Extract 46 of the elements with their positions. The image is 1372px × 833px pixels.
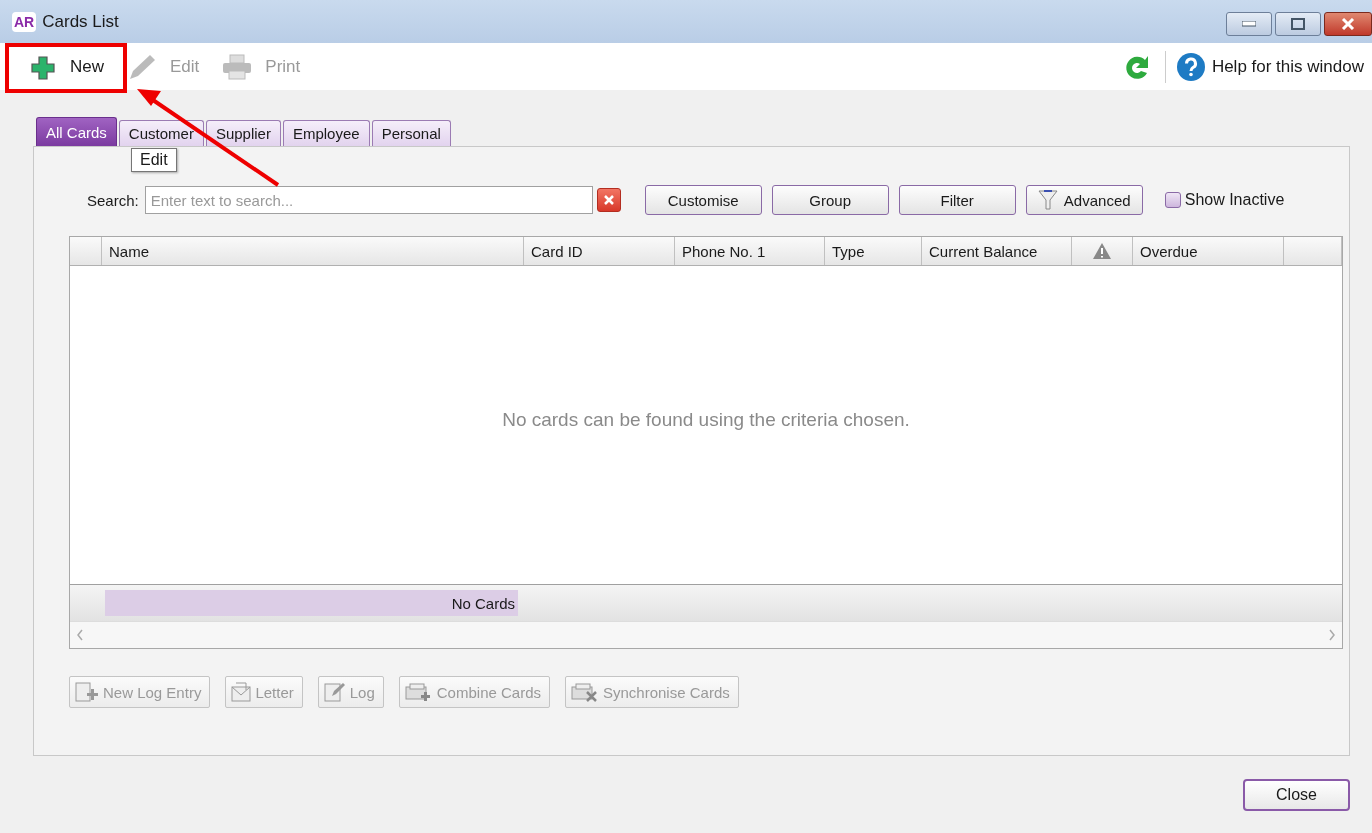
document-plus-icon — [74, 681, 100, 703]
filter-button[interactable]: Advanced — [1025, 185, 1143, 215]
printer-icon — [221, 52, 254, 81]
tab[interactable]: Supplier — [205, 120, 281, 146]
tab[interactable]: Personal — [371, 120, 451, 146]
tab[interactable]: Employee — [282, 120, 370, 146]
note-pencil-icon — [322, 681, 347, 703]
search-field[interactable]: Enter text to search... — [144, 186, 593, 214]
filter-button[interactable]: Group — [771, 185, 889, 215]
search-label: Search: — [87, 191, 139, 209]
minimize-icon — [1242, 21, 1256, 27]
help-link[interactable]: Help for this window — [1175, 51, 1364, 82]
app-badge: AR — [12, 11, 37, 32]
toolbar-button[interactable]: New — [20, 49, 112, 84]
minimize-button[interactable] — [1226, 12, 1272, 36]
column-header[interactable]: Card ID — [524, 237, 675, 265]
column-header[interactable]: Phone No. 1 — [675, 237, 825, 265]
filter-button[interactable]: Filter — [898, 185, 1016, 215]
close-window-button[interactable] — [1324, 12, 1372, 36]
window-title: Cards List — [42, 11, 119, 32]
filter-button[interactable]: Customise — [644, 185, 762, 215]
warning-icon — [1092, 242, 1112, 260]
checkbox[interactable] — [1164, 192, 1181, 208]
close-button[interactable]: Close — [1243, 779, 1350, 811]
empty-message: No cards can be found using the criteria chosen. — [502, 409, 910, 431]
plus-icon — [28, 53, 58, 80]
maximize-button[interactable] — [1275, 12, 1321, 36]
column-header[interactable]: Overdue — [1133, 237, 1284, 265]
scroll-left-icon[interactable] — [76, 629, 84, 641]
column-header[interactable]: Name — [102, 237, 524, 265]
checkbox-label: Show Inactive — [1184, 191, 1285, 209]
folders-cross-icon — [570, 681, 600, 703]
funnel-icon — [1037, 188, 1058, 212]
column-header[interactable]: Type — [825, 237, 922, 265]
envelope-icon — [230, 681, 253, 703]
tab[interactable]: Customer — [118, 120, 204, 146]
tab[interactable]: All Cards — [36, 117, 117, 146]
tooltip: Edit — [131, 148, 177, 172]
scroll-right-icon[interactable] — [1328, 629, 1336, 641]
footer-summary: No Cards — [105, 590, 518, 616]
column-header[interactable]: Current Balance — [922, 237, 1072, 265]
help-icon — [1175, 51, 1206, 82]
close-icon — [1341, 18, 1355, 30]
close-icon — [603, 195, 614, 205]
clear-button[interactable] — [596, 188, 621, 212]
maximize-icon — [1291, 18, 1305, 30]
